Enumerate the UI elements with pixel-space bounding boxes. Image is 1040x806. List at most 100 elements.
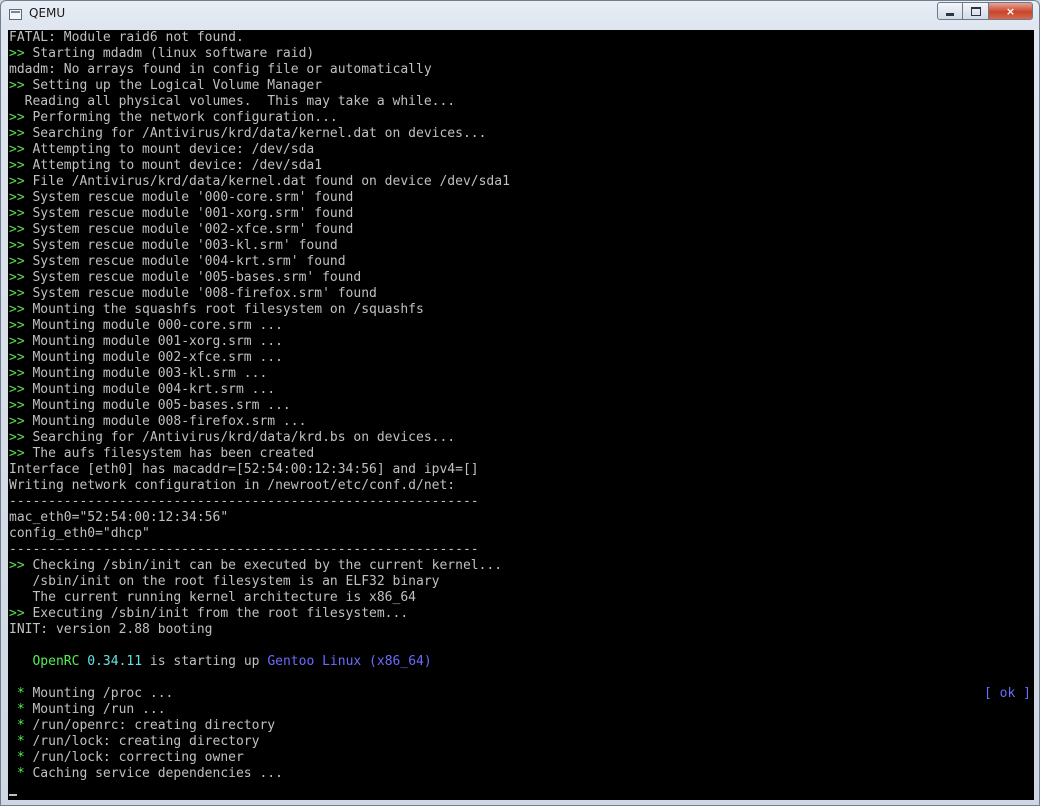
line-prefix: >>: [9, 270, 25, 285]
line-text: Checking /sbin/init can be executed by t…: [24, 558, 503, 573]
line-prefix: >>: [9, 334, 25, 349]
close-icon: ×: [1005, 4, 1016, 18]
line-prefix: >>: [9, 382, 25, 397]
line-text: /run/lock: creating directory: [24, 734, 260, 749]
terminal-line: config_eth0="dhcp": [9, 526, 1034, 542]
line-text: Executing /sbin/init from the root files…: [24, 606, 409, 621]
line-text: Mounting /proc ...: [24, 686, 174, 701]
terminal-line: * Mounting /proc ... [ ok ]: [9, 686, 1034, 702]
terminal-line: >> System rescue module '000-core.srm' f…: [9, 190, 1034, 206]
terminal-line: >> Checking /sbin/init can be executed b…: [9, 558, 1034, 574]
line-prefix: >>: [9, 46, 25, 61]
line-text: Mounting module 004-krt.srm ...: [24, 382, 276, 397]
line-text: mdadm: No arrays found in config file or…: [9, 62, 432, 77]
openrc-pad: [9, 654, 32, 669]
title-bar[interactable]: QEMU ×: [1, 1, 1039, 29]
line-prefix: >>: [9, 190, 25, 205]
line-prefix: >>: [9, 254, 25, 269]
line-text: Mounting module 005-bases.srm ...: [24, 398, 291, 413]
terminal-line: >> Performing the network configuration.…: [9, 110, 1034, 126]
openrc-os: Gentoo Linux (x86_64): [267, 654, 432, 669]
line-text: System rescue module '000-core.srm' foun…: [24, 190, 354, 205]
line-text: System rescue module '002-xfce.srm' foun…: [24, 222, 354, 237]
line-prefix: >>: [9, 286, 25, 301]
line-text: ----------------------------------------…: [9, 494, 479, 509]
terminal-line: >> Searching for /Antivirus/krd/data/ker…: [9, 126, 1034, 142]
line-prefix: >>: [9, 78, 25, 93]
line-text: Searching for /Antivirus/krd/data/kernel…: [24, 126, 487, 141]
terminal-line: ----------------------------------------…: [9, 542, 1034, 558]
line-text: The current running kernel architecture …: [9, 590, 416, 605]
line-prefix: >>: [9, 398, 25, 413]
close-button[interactable]: ×: [989, 2, 1033, 20]
line-text: System rescue module '003-kl.srm' found: [24, 238, 338, 253]
line-text: Performing the network configuration...: [24, 110, 338, 125]
line-prefix: >>: [9, 366, 25, 381]
line-text: The aufs filesystem has been created: [24, 446, 315, 461]
terminal-output: FATAL: Module raid6 not found. >> Startin…: [9, 30, 1034, 798]
terminal-line: >> Attempting to mount device: /dev/sda1: [9, 158, 1034, 174]
line-prefix: >>: [9, 126, 25, 141]
terminal-line: >> System rescue module '003-kl.srm' fou…: [9, 238, 1034, 254]
terminal-line: * /run/lock: creating directory: [9, 734, 1034, 750]
line-text: File /Antivirus/krd/data/kernel.dat foun…: [24, 174, 510, 189]
bullet-mark: *: [9, 734, 25, 749]
terminal-line: >> Mounting module 003-kl.srm ...: [9, 366, 1034, 382]
line-text: Mounting module 001-xorg.srm ...: [24, 334, 283, 349]
line-prefix: >>: [9, 110, 25, 125]
bullet-mark: *: [9, 766, 25, 781]
line-prefix: >>: [9, 318, 25, 333]
line-text: System rescue module '001-xorg.srm' foun…: [24, 206, 354, 221]
terminal-line: >> Mounting module 000-core.srm ...: [9, 318, 1034, 334]
terminal-line: mdadm: No arrays found in config file or…: [9, 62, 1034, 78]
terminal-line: * Mounting /run ...: [9, 702, 1034, 718]
line-text: Interface [eth0] has macaddr=[52:54:00:1…: [9, 462, 479, 477]
line-text: Mounting module 000-core.srm ...: [24, 318, 283, 333]
line-text: mac_eth0="52:54:00:12:34:56": [9, 510, 229, 525]
terminal-line: >> Executing /sbin/init from the root fi…: [9, 606, 1034, 622]
terminal-line: OpenRC 0.34.11 is starting up Gentoo Lin…: [9, 654, 1034, 670]
line-prefix: >>: [9, 350, 25, 365]
openrc-middle: is starting up: [142, 654, 268, 669]
line-text: Caching service dependencies ...: [24, 766, 283, 781]
line-prefix: >>: [9, 142, 25, 157]
line-text: Searching for /Antivirus/krd/data/krd.bs…: [24, 430, 456, 445]
terminal-line: FATAL: Module raid6 not found.: [9, 30, 1034, 46]
terminal-line: >> System rescue module '002-xfce.srm' f…: [9, 222, 1034, 238]
line-prefix: >>: [9, 206, 25, 221]
line-text: Writing network configuration in /newroo…: [9, 478, 456, 493]
line-text: Setting up the Logical Volume Manager: [24, 78, 323, 93]
terminal-line: >> The aufs filesystem has been created: [9, 446, 1034, 462]
line-prefix: >>: [9, 174, 25, 189]
line-text: Starting mdadm (linux software raid): [24, 46, 315, 61]
openrc-name: OpenRC: [32, 654, 80, 669]
line-text: Attempting to mount device: /dev/sda: [24, 142, 315, 157]
minimize-button[interactable]: [937, 2, 963, 20]
terminal-line: /sbin/init on the root filesystem is an …: [9, 574, 1034, 590]
line-prefix: >>: [9, 446, 25, 461]
text-cursor: [9, 794, 17, 796]
terminal-line: >> System rescue module '008-firefox.srm…: [9, 286, 1034, 302]
terminal-line: * /run/lock: correcting owner: [9, 750, 1034, 766]
qemu-window-icon[interactable]: [9, 9, 22, 20]
qemu-window: QEMU × FATAL: Module raid6 not found. >> …: [0, 0, 1040, 806]
window-title: QEMU: [29, 6, 66, 20]
terminal-line: ----------------------------------------…: [9, 494, 1034, 510]
line-text: Attempting to mount device: /dev/sda1: [24, 158, 323, 173]
line-text: Mounting the squashfs root filesystem on…: [24, 302, 424, 317]
line-text: FATAL: Module raid6 not found.: [9, 30, 244, 45]
bullet-mark: *: [9, 686, 25, 701]
line-text: INIT: version 2.88 booting: [9, 622, 213, 637]
terminal-line: >> Attempting to mount device: /dev/sda: [9, 142, 1034, 158]
line-text: /sbin/init on the root filesystem is an …: [9, 574, 440, 589]
maximize-button[interactable]: [963, 2, 989, 20]
terminal-line: * /run/openrc: creating directory: [9, 718, 1034, 734]
terminal-line: >> File /Antivirus/krd/data/kernel.dat f…: [9, 174, 1034, 190]
terminal-line: [9, 782, 1034, 798]
terminal-screen[interactable]: FATAL: Module raid6 not found. >> Startin…: [8, 30, 1034, 800]
terminal-line: >> Starting mdadm (linux software raid): [9, 46, 1034, 62]
line-text: Mounting /run ...: [24, 702, 166, 717]
terminal-line: >> Setting up the Logical Volume Manager: [9, 78, 1034, 94]
terminal-line: >> Mounting module 001-xorg.srm ...: [9, 334, 1034, 350]
